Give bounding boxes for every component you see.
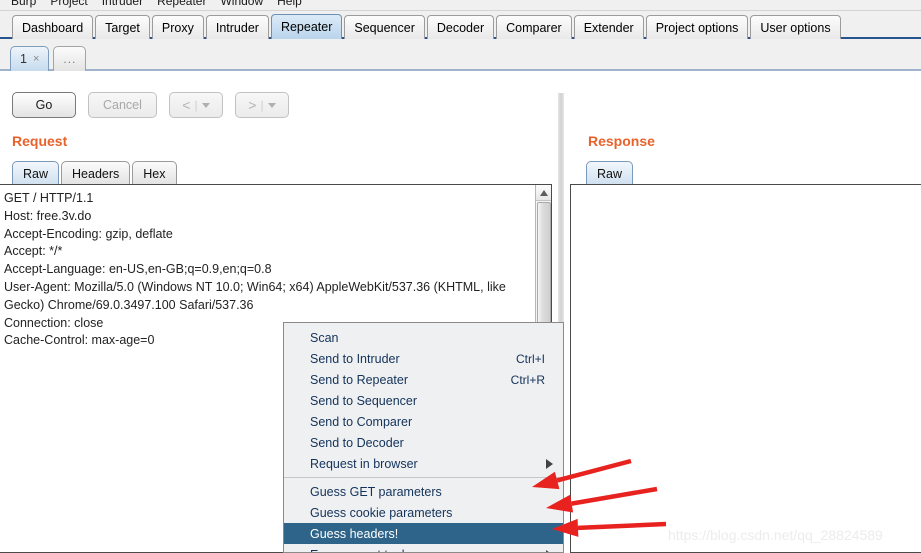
nav-separator: | — [260, 98, 264, 112]
menu-item-send-to-intruder[interactable]: Send to Intruder Ctrl+I — [284, 348, 563, 369]
triangle-up-icon — [540, 189, 548, 196]
cancel-button[interactable]: Cancel — [88, 92, 157, 118]
response-tab-raw[interactable]: Raw — [586, 161, 634, 185]
menu-item-label: Send to Repeater — [310, 372, 408, 387]
tab-extender[interactable]: Extender — [573, 15, 644, 39]
forward-history-button[interactable]: > | — [234, 92, 289, 118]
request-tab-raw[interactable]: Raw — [12, 161, 60, 185]
menu-intruder[interactable]: Intruder — [95, 0, 150, 10]
menu-item-shortcut: Ctrl+R — [510, 372, 545, 387]
close-icon[interactable]: × — [33, 53, 39, 65]
tab-user-options[interactable]: User options — [750, 15, 841, 39]
menu-item-label: Send to Sequencer — [310, 393, 418, 408]
chevron-down-icon — [201, 102, 210, 108]
request-tab-headers[interactable]: Headers — [61, 161, 131, 185]
repeater-toolbar: Go Cancel < | > | — [12, 92, 289, 118]
back-history-button[interactable]: < | — [168, 92, 223, 118]
menu-item-send-to-comparer[interactable]: Send to Comparer — [284, 411, 563, 432]
response-editor[interactable] — [570, 184, 921, 553]
menu-item-label: Guess GET parameters — [310, 484, 442, 499]
nav-separator: | — [194, 98, 198, 112]
scroll-up-button[interactable] — [536, 185, 551, 201]
chevron-right-icon: > — [248, 97, 257, 113]
ellipsis-icon: ... — [63, 52, 77, 66]
menu-burp[interactable]: Burp — [4, 0, 43, 10]
burp-suite-window: Burp Project Intruder Repeater Window Help Da… — [0, 0, 921, 553]
menu-item-label: Engagement tools — [310, 548, 546, 553]
tab-proxy[interactable]: Proxy — [151, 15, 204, 39]
menu-repeater[interactable]: Repeater — [150, 0, 213, 10]
menu-item-scan[interactable]: Scan — [284, 327, 563, 348]
request-tab-hex[interactable]: Hex — [132, 161, 177, 185]
menu-item-send-to-decoder[interactable]: Send to Decoder — [284, 432, 563, 453]
go-button[interactable]: Go — [12, 92, 76, 118]
menu-item-label: Send to Comparer — [310, 414, 413, 429]
tab-decoder[interactable]: Decoder — [426, 15, 495, 39]
menu-help[interactable]: Help — [270, 0, 309, 10]
repeater-tab-strip[interactable]: 1 ×... — [0, 41, 921, 71]
application-menu-bar[interactable]: Burp Project Intruder Repeater Window Help — [0, 0, 921, 11]
main-tab-strip[interactable]: Dashboard Target Proxy Intruder Repeater Sequ… — [0, 11, 921, 39]
menu-item-guess-cookie-parameters[interactable]: Guess cookie parameters — [284, 502, 563, 523]
response-raw-text[interactable] — [571, 185, 921, 195]
chevron-down-icon — [267, 102, 276, 108]
menu-item-engagement-tools[interactable]: Engagement tools — [284, 544, 563, 553]
submenu-arrow-icon — [546, 549, 553, 552]
tab-intruder[interactable]: Intruder — [205, 15, 269, 39]
tab-target[interactable]: Target — [95, 15, 150, 39]
menu-item-send-to-repeater[interactable]: Send to Repeater Ctrl+R — [284, 369, 563, 390]
menu-item-shortcut: Ctrl+I — [515, 351, 545, 366]
response-view-tabs[interactable]: Raw — [586, 159, 635, 185]
request-view-tabs[interactable]: Raw Headers Hex — [12, 159, 179, 185]
menu-item-label: Scan — [310, 330, 339, 345]
menu-item-guess-headers[interactable]: Guess headers! — [284, 523, 563, 544]
tab-dashboard[interactable]: Dashboard — [12, 15, 94, 39]
chevron-left-icon: < — [182, 97, 191, 113]
repeater-tab-1[interactable]: 1 × — [10, 46, 50, 71]
submenu-arrow-icon — [546, 458, 553, 469]
menu-project[interactable]: Project — [43, 0, 94, 10]
response-panel-title: Response — [588, 133, 655, 149]
menu-item-request-in-browser[interactable]: Request in browser — [284, 453, 563, 474]
tab-repeater[interactable]: Repeater — [270, 14, 343, 39]
tab-project-options[interactable]: Project options — [645, 15, 749, 39]
menu-item-label: Send to Intruder — [310, 351, 400, 366]
watermark-text: https://blog.csdn.net/qq_28824589 — [668, 527, 883, 543]
repeater-tab-label: 1 — [20, 52, 27, 66]
menu-item-label: Send to Decoder — [310, 435, 404, 450]
context-menu[interactable]: Scan Send to Intruder Ctrl+I Send to Repeat… — [283, 322, 564, 553]
menu-window[interactable]: Window — [213, 0, 270, 10]
menu-item-guess-get-parameters[interactable]: Guess GET parameters — [284, 481, 563, 502]
request-panel-title: Request — [12, 133, 68, 149]
menu-item-label: Request in browser — [310, 456, 418, 471]
menu-separator — [284, 477, 563, 478]
repeater-tab-new[interactable]: ... — [53, 46, 87, 71]
menu-item-send-to-sequencer[interactable]: Send to Sequencer — [284, 390, 563, 411]
tab-comparer[interactable]: Comparer — [496, 15, 572, 39]
menu-item-label: Guess cookie parameters — [310, 505, 453, 520]
menu-item-label: Guess headers! — [310, 526, 399, 541]
tab-sequencer[interactable]: Sequencer — [344, 15, 425, 39]
